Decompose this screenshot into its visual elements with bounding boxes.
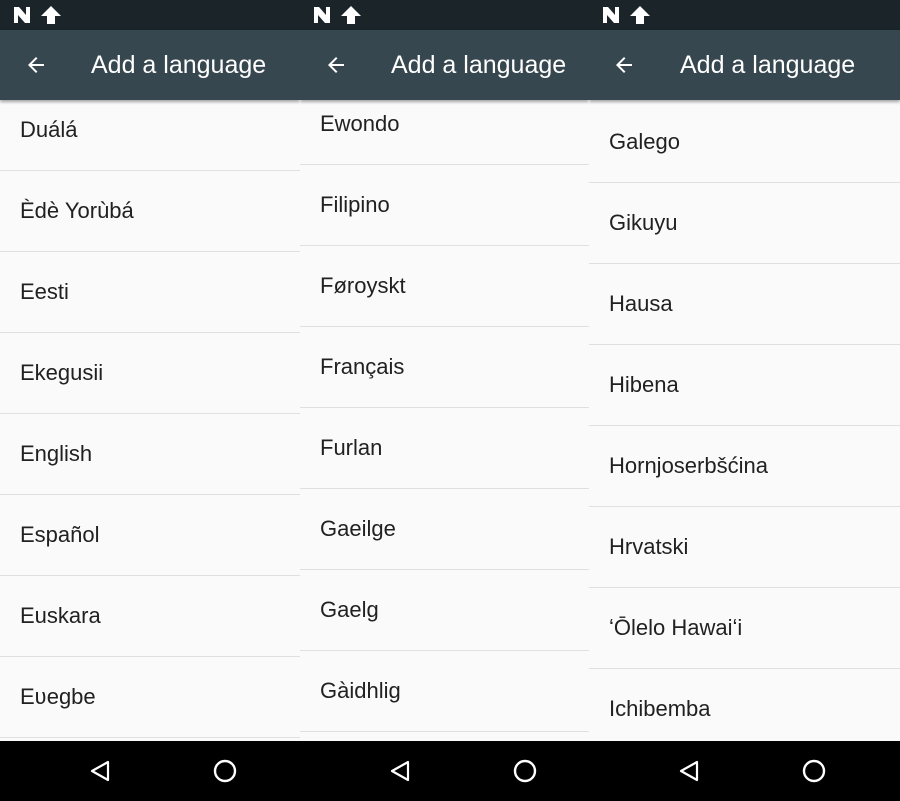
arrow-left-icon	[328, 57, 344, 73]
language-label: Filipino	[320, 192, 390, 217]
arrow-left-icon	[28, 57, 44, 73]
status-bar	[0, 0, 300, 30]
upload-arrow-icon	[340, 5, 362, 30]
language-item[interactable]: ʻŌlelo Hawaiʻi	[589, 588, 900, 669]
language-item[interactable]: Hrvatski	[589, 507, 900, 588]
language-label: English	[20, 441, 93, 466]
nav-home-button[interactable]	[794, 751, 834, 791]
language-item[interactable]: Ichibemba	[589, 669, 900, 741]
language-label: Ichibemba	[609, 696, 711, 721]
page-title: Add a language	[680, 51, 856, 79]
language-label: Gaeilge	[320, 516, 396, 541]
language-label: Français	[320, 354, 405, 379]
language-label: ʻŌlelo Hawaiʻi	[609, 615, 743, 640]
back-button[interactable]	[312, 41, 360, 89]
language-label: Èdè Yorùbá	[20, 198, 134, 223]
status-bar	[300, 0, 589, 30]
language-item[interactable]: Euskara	[0, 576, 300, 657]
n-notification-icon	[12, 5, 32, 30]
navigation-bar	[589, 741, 900, 801]
language-item[interactable]: Eʋegbe	[0, 657, 300, 738]
circle-home-icon	[213, 759, 237, 783]
navigation-bar	[0, 741, 300, 801]
language-item[interactable]: Español	[0, 495, 300, 576]
language-item[interactable]: Français	[300, 327, 589, 408]
language-label: Duálá	[20, 117, 78, 142]
upload-arrow-icon	[40, 5, 62, 30]
circle-home-icon	[802, 759, 826, 783]
language-label: Ekegusii	[20, 360, 104, 385]
language-label: Gaelg	[320, 597, 379, 622]
language-item[interactable]: Ewondo	[300, 100, 589, 165]
language-item[interactable]: Galego	[589, 102, 900, 183]
upload-arrow-icon	[629, 5, 651, 30]
arrow-left-icon	[616, 57, 632, 73]
triangle-back-icon	[390, 760, 410, 782]
back-button[interactable]	[12, 41, 60, 89]
toolbar: Add a language	[300, 30, 589, 100]
language-item[interactable]: Èdè Yorùbá	[0, 171, 300, 252]
language-item[interactable]: Føroyskt	[300, 246, 589, 327]
language-label: Eesti	[20, 279, 69, 304]
language-item[interactable]: Gàidhlig	[300, 651, 589, 732]
toolbar: Add a language	[0, 30, 300, 100]
nav-home-button[interactable]	[205, 751, 245, 791]
nav-back-button[interactable]	[669, 751, 709, 791]
language-list[interactable]: Galego Gikuyu Hausa Hibena Hornjoserbšći…	[589, 100, 900, 741]
language-label: Furlan	[320, 435, 383, 460]
language-label: Ewondo	[320, 111, 400, 136]
language-label: Euskara	[20, 603, 101, 628]
language-item[interactable]: Furlan	[300, 408, 589, 489]
language-item[interactable]: Eesti	[0, 252, 300, 333]
nav-back-button[interactable]	[380, 751, 420, 791]
triangle-back-icon	[679, 760, 699, 782]
toolbar: Add a language	[589, 30, 900, 100]
page-title: Add a language	[91, 51, 267, 79]
nav-back-button[interactable]	[80, 751, 120, 791]
language-list[interactable]: Ewondo Filipino Føroyskt Français Furlan…	[300, 100, 589, 741]
language-label: Gikuyu	[609, 210, 678, 235]
circle-home-icon	[513, 759, 537, 783]
language-label: Føroyskt	[320, 273, 406, 298]
navigation-bar	[300, 741, 589, 801]
screen-3: Add a language Galego Gikuyu Hausa Hiben…	[589, 0, 900, 801]
language-item[interactable]: Gaeilge	[300, 489, 589, 570]
language-label: Hornjoserbšćina	[609, 453, 768, 478]
triangle-back-icon	[90, 760, 110, 782]
language-label: Gàidhlig	[320, 678, 401, 703]
n-notification-icon	[312, 5, 332, 30]
language-item[interactable]: Filipino	[300, 165, 589, 246]
language-item[interactable]: Ekegusii	[0, 333, 300, 414]
language-item[interactable]: Hornjoserbšćina	[589, 426, 900, 507]
screen-2: Add a language Ewondo Filipino Føroyskt …	[300, 0, 589, 801]
nav-home-button[interactable]	[505, 751, 545, 791]
language-item[interactable]: Gikuyu	[589, 183, 900, 264]
status-bar	[589, 0, 900, 30]
language-label: Hibena	[609, 372, 679, 397]
language-label: Eʋegbe	[20, 684, 96, 709]
language-item[interactable]: Duálá	[0, 100, 300, 171]
language-item[interactable]: Hibena	[589, 345, 900, 426]
language-item[interactable]: Gaelg	[300, 570, 589, 651]
language-label: Hrvatski	[609, 534, 689, 559]
language-item[interactable]: Hausa	[589, 264, 900, 345]
screen-1: Add a language Duálá Èdè Yorùbá Eesti Ek…	[0, 0, 300, 801]
language-item[interactable]: English	[0, 414, 300, 495]
back-button[interactable]	[600, 41, 648, 89]
language-label: Español	[20, 522, 100, 547]
page-title: Add a language	[391, 51, 567, 79]
n-notification-icon	[601, 5, 621, 30]
language-label: Hausa	[609, 291, 673, 316]
language-label: Galego	[609, 129, 680, 154]
language-list[interactable]: Duálá Èdè Yorùbá Eesti Ekegusii English …	[0, 100, 300, 741]
